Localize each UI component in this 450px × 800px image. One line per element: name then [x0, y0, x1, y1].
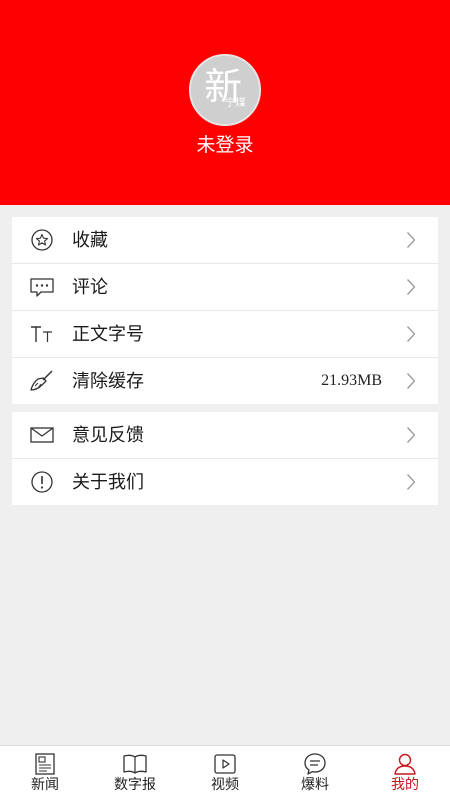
- cache-size: 21.93MB: [321, 372, 382, 389]
- news-icon: [32, 752, 58, 776]
- broom-icon: [29, 369, 55, 393]
- menu-label: 收藏: [72, 230, 108, 250]
- menu-label: 正文字号: [72, 324, 144, 344]
- tab-label: 我的: [391, 778, 419, 793]
- chevron-right-icon: [406, 473, 416, 491]
- tab-tip-off[interactable]: 爆料: [270, 746, 360, 800]
- mail-icon: [29, 423, 55, 447]
- menu-label: 评论: [72, 277, 108, 297]
- chevron-right-icon: [406, 231, 416, 249]
- settings-group-primary: 收藏 评论 正文字号 清除缓存 21.93MB: [12, 217, 438, 404]
- profile-header: 新 宁煤 未登录: [0, 0, 450, 205]
- book-icon: [122, 752, 148, 776]
- login-status[interactable]: 未登录: [0, 130, 450, 157]
- menu-item-feedback[interactable]: 意见反馈: [12, 412, 438, 459]
- info-icon: [29, 470, 55, 494]
- tab-label: 新闻: [31, 778, 59, 793]
- chevron-right-icon: [406, 426, 416, 444]
- avatar[interactable]: 新 宁煤: [189, 54, 261, 126]
- comment-icon: [29, 275, 55, 299]
- chevron-right-icon: [406, 278, 416, 296]
- tab-digital-paper[interactable]: 数字报: [90, 746, 180, 800]
- menu-item-about[interactable]: 关于我们: [12, 459, 438, 505]
- bottom-tab-bar: 新闻 数字报 视频 爆料 我的: [0, 745, 450, 800]
- app-logo-icon: 新 宁煤: [191, 56, 259, 124]
- menu-label: 意见反馈: [72, 425, 144, 445]
- tab-news[interactable]: 新闻: [0, 746, 90, 800]
- tab-video[interactable]: 视频: [180, 746, 270, 800]
- chevron-right-icon: [406, 325, 416, 343]
- tab-label: 爆料: [301, 778, 329, 793]
- user-icon: [392, 752, 418, 776]
- font-size-icon: [29, 322, 55, 346]
- settings-group-secondary: 意见反馈 关于我们: [12, 412, 438, 505]
- logo-subtext: 宁煤: [225, 96, 246, 109]
- tab-mine[interactable]: 我的: [360, 746, 450, 800]
- chevron-right-icon: [406, 372, 416, 390]
- menu-item-favorites[interactable]: 收藏: [12, 217, 438, 264]
- video-icon: [212, 752, 238, 776]
- menu-item-font-size[interactable]: 正文字号: [12, 311, 438, 358]
- menu-label: 清除缓存: [72, 371, 144, 391]
- menu-label: 关于我们: [72, 472, 144, 492]
- menu-item-clear-cache[interactable]: 清除缓存 21.93MB: [12, 358, 438, 404]
- menu-item-comments[interactable]: 评论: [12, 264, 438, 311]
- star-icon: [29, 228, 55, 252]
- tab-label: 视频: [211, 778, 239, 793]
- tab-label: 数字报: [114, 778, 156, 793]
- chat-icon: [302, 752, 328, 776]
